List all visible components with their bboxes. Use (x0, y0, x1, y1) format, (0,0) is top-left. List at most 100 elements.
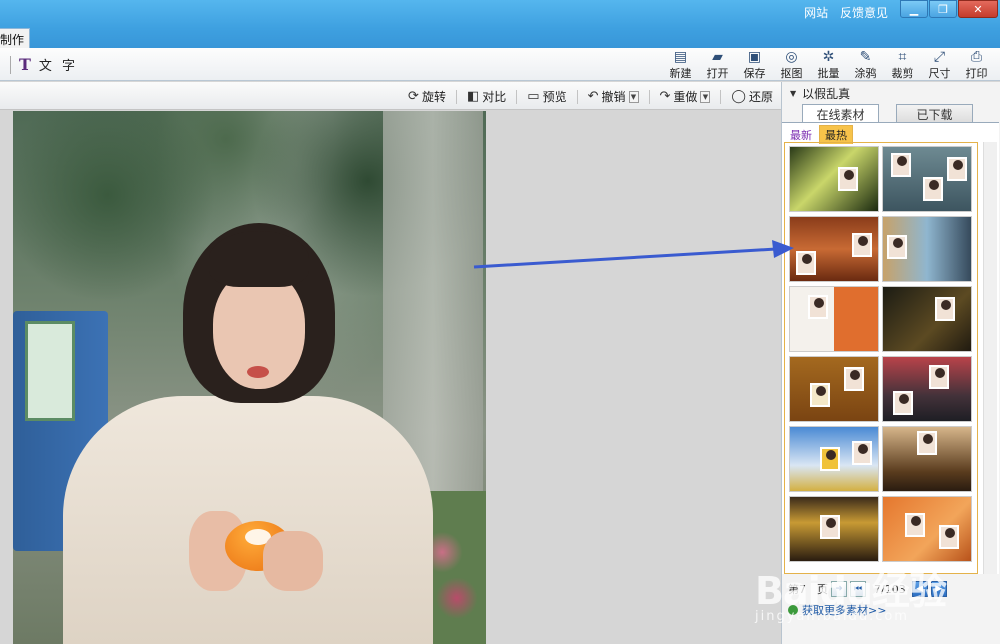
edit-divider (648, 89, 650, 104)
crop-button[interactable]: ⌗ 裁剪 (887, 49, 918, 81)
tab-make[interactable]: 制作 (0, 28, 30, 48)
thumbnail-photo-frame (796, 251, 816, 275)
toolbar-divider (10, 55, 11, 74)
tab-online-material-label: 在线素材 (816, 107, 865, 122)
baidu-watermark: Baidu经验 jingyan.baidu.com (755, 560, 995, 644)
material-thumbnail[interactable] (789, 426, 879, 492)
batch-button[interactable]: ✲ 批量 (813, 49, 844, 81)
edit-divider (455, 89, 457, 104)
material-thumbnail[interactable] (882, 216, 972, 282)
close-button[interactable]: ✕ (958, 0, 998, 18)
thumbnail-photo-frame (891, 153, 911, 177)
title-links: 网站 反馈意见 (796, 4, 888, 21)
thumbnail-photo-frame (947, 157, 967, 181)
tab-online-material[interactable]: 在线素材 (802, 104, 879, 124)
resize-button[interactable]: ⤢ 尺寸 (924, 49, 955, 81)
batch-gear-icon: ✲ (822, 49, 835, 65)
open-button[interactable]: ▰ 打开 (702, 49, 733, 81)
cutout-label: 抠图 (780, 67, 803, 80)
preview-label: 预览 (542, 90, 567, 104)
material-thumbnail[interactable] (882, 146, 972, 212)
undo-label: 撤销 (601, 90, 626, 104)
save-disk-icon: ▣ (747, 49, 762, 65)
thumbnail-photo-frame (939, 525, 959, 549)
preview-button[interactable]: ▭ 预览 (527, 88, 566, 105)
toolbar-tools: ▤ 新建 ▰ 打开 ▣ 保存 ◎ 抠图 ✲ 批量 ✎ 涂鸦 ⌗ 裁剪 ⤢ 尺寸 (659, 49, 992, 81)
redo-button[interactable]: ↷ 重做 ▼ (660, 88, 711, 105)
watermark-url: jingyan.baidu.com (755, 609, 909, 624)
thumbnail-photo-frame (917, 431, 937, 455)
batch-label: 批量 (817, 67, 840, 80)
save-button[interactable]: ▣ 保存 (739, 49, 770, 81)
panel-section-header[interactable]: ▼ 以假乱真 (782, 82, 1000, 102)
collapse-triangle-icon: ▼ (790, 89, 797, 98)
material-thumbnail[interactable] (882, 496, 972, 562)
thumbnail-grid (789, 146, 972, 562)
edit-divider (720, 89, 722, 104)
cutout-button[interactable]: ◎ 抠图 (776, 49, 807, 81)
restore-original-button[interactable]: ◯ 还原 (731, 88, 773, 105)
undo-button[interactable]: ↶ 撤销 ▼ (588, 88, 639, 105)
material-thumbnail[interactable] (789, 216, 879, 282)
material-list-body: 最新 最热 (782, 122, 999, 574)
compare-icon: ◧ (466, 89, 480, 104)
cutout-icon: ◎ (785, 49, 798, 65)
print-button[interactable]: ⎙ 打印 (961, 49, 992, 81)
image-canvas[interactable] (0, 111, 781, 644)
material-thumbnail[interactable] (882, 356, 972, 422)
crop-label: 裁剪 (891, 67, 914, 80)
restore-circle-icon: ◯ (731, 89, 746, 104)
text-icon: T (19, 55, 31, 74)
save-label: 保存 (743, 67, 766, 80)
undo-dropdown-icon[interactable]: ▼ (628, 90, 639, 103)
crop-icon: ⌗ (898, 49, 907, 65)
thumbnail-scrollbar[interactable] (983, 142, 997, 574)
undo-icon: ↶ (587, 89, 599, 104)
material-thumbnail[interactable] (789, 496, 879, 562)
edit-actions: ⟳ 旋转 ◧ 对比 ▭ 预览 ↶ 撤销 ▼ ↷ 重做 ▼ ◯ 还原 (398, 88, 773, 105)
thumbnail-photo-frame (852, 441, 872, 465)
text-tool-label: 文 字 (38, 59, 79, 74)
material-thumbnail[interactable] (882, 426, 972, 492)
thumbnail-photo-frame (820, 447, 840, 471)
restore-icon: ❐ (938, 2, 948, 16)
edit-divider (576, 89, 578, 104)
website-link[interactable]: 网站 (804, 6, 828, 20)
redo-icon: ↷ (659, 89, 671, 104)
minimize-button[interactable]: ▁ (900, 0, 928, 18)
thumbnail-photo-frame (929, 365, 949, 389)
rotate-button[interactable]: ⟳ 旋转 (408, 88, 446, 105)
material-thumbnail[interactable] (789, 286, 879, 352)
rotate-icon: ⟳ (408, 89, 419, 104)
material-tabs: 在线素材 已下载 (782, 102, 1000, 124)
tab-downloaded[interactable]: 已下载 (896, 104, 973, 124)
compare-button[interactable]: ◧ 对比 (467, 88, 506, 105)
thumbnail-photo-frame (893, 391, 913, 415)
text-tool-button[interactable]: T 文 字 (10, 55, 78, 74)
edited-photo (13, 111, 486, 644)
feedback-link[interactable]: 反馈意见 (840, 6, 888, 20)
panel-section-title: 以假乱真 (802, 87, 851, 101)
material-thumbnail[interactable] (789, 146, 879, 212)
watermark-brand: Baidu经验 (755, 569, 947, 613)
title-bar: 网站 反馈意见 ▁ ❐ ✕ 制作 (0, 0, 1000, 48)
photo-box-screen (25, 321, 75, 421)
close-icon: ✕ (973, 2, 983, 16)
open-label: 打开 (706, 67, 729, 80)
new-button[interactable]: ▤ 新建 (665, 49, 696, 81)
material-thumbnail[interactable] (789, 356, 879, 422)
redo-label: 重做 (673, 90, 698, 104)
thumbnail-photo-frame (820, 515, 840, 539)
thumbnail-grid-frame (784, 142, 978, 574)
print-label: 打印 (965, 67, 988, 80)
photo-bangs (209, 231, 309, 287)
thumbnail-photo-frame (808, 295, 828, 319)
photo-right-hand (263, 531, 323, 591)
printer-icon: ⎙ (970, 49, 983, 65)
doodle-button[interactable]: ✎ 涂鸦 (850, 49, 881, 81)
material-thumbnail[interactable] (882, 286, 972, 352)
resize-icon: ⤢ (933, 49, 946, 65)
restore-button[interactable]: ❐ (929, 0, 957, 18)
redo-dropdown-icon[interactable]: ▼ (700, 90, 711, 103)
thumbnail-photo-frame (838, 167, 858, 191)
